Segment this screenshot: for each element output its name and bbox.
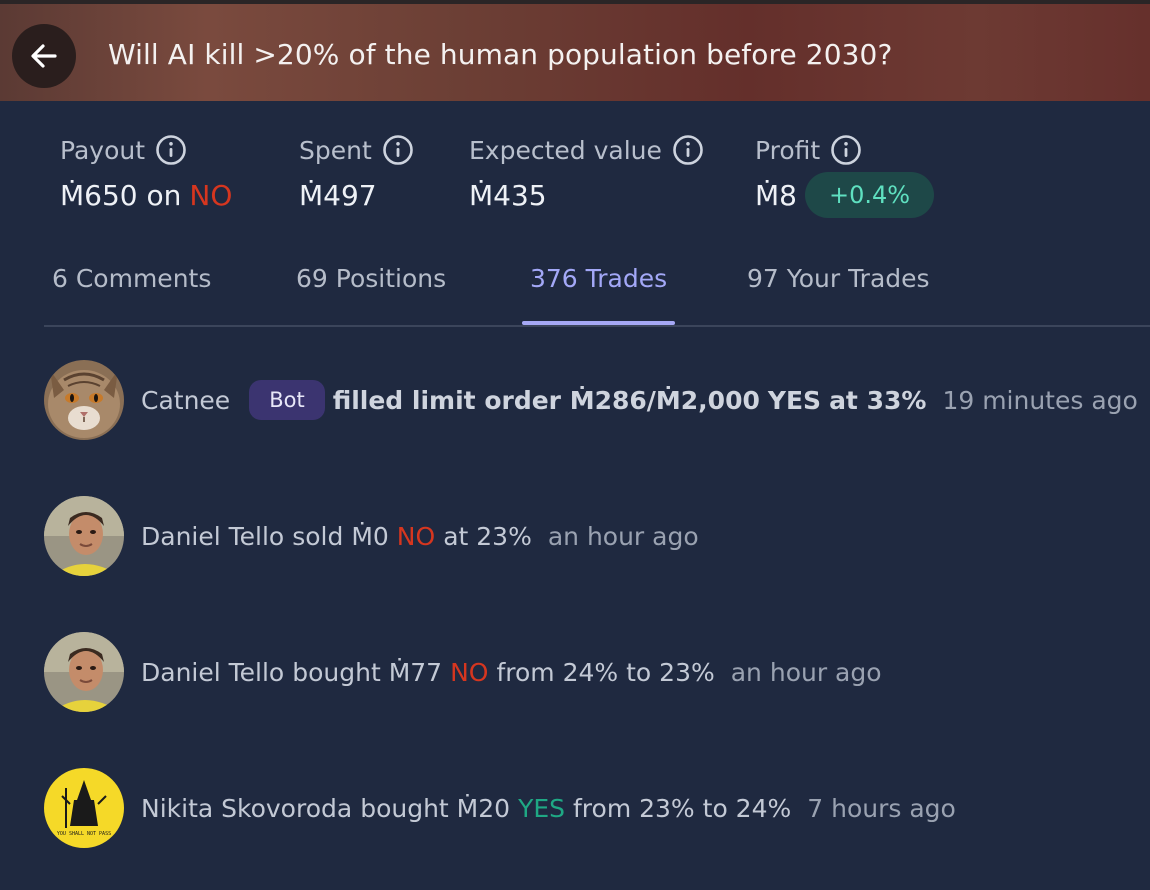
trade-action: filled limit order Ṁ286/Ṁ2,000 bbox=[332, 385, 760, 415]
tab-comments[interactable]: 6 Comments bbox=[52, 264, 211, 293]
arrow-left-icon bbox=[31, 44, 57, 68]
payout-outcome: NO bbox=[189, 178, 233, 212]
page-title: Will AI kill >20% of the human populatio… bbox=[108, 38, 893, 71]
spent-stat: Spent Ṁ497 bbox=[299, 132, 414, 214]
trade-row: YOU SHALL NOT PASS Nikita Skovoroda boug… bbox=[44, 768, 1150, 848]
back-button[interactable] bbox=[12, 24, 76, 88]
trade-username[interactable]: Catnee bbox=[141, 386, 230, 415]
trade-action: sold Ṁ0 bbox=[292, 521, 389, 551]
cat-avatar-image bbox=[44, 360, 124, 440]
tab-bar: 6 Comments 69 Positions 376 Trades 97 Yo… bbox=[44, 252, 1150, 327]
trade-action: bought Ṁ20 bbox=[360, 793, 511, 823]
avatar[interactable] bbox=[44, 360, 124, 440]
trade-row: Daniel Tello bought Ṁ77 NO from 24% to 23%… bbox=[44, 632, 1150, 712]
profit-value: Ṁ8 bbox=[755, 178, 797, 212]
spent-label: Spent bbox=[299, 135, 372, 165]
person-avatar-image bbox=[44, 496, 124, 576]
avatar-caption: YOU SHALL NOT PASS bbox=[57, 831, 111, 837]
trade-username[interactable]: Daniel Tello bbox=[141, 658, 284, 687]
payout-stat: Payout Ṁ650 on NO bbox=[60, 132, 232, 214]
trade-detail: at 23% bbox=[443, 521, 532, 551]
trade-outcome: NO bbox=[396, 521, 436, 551]
header-bar: Will AI kill >20% of the human populatio… bbox=[0, 0, 1150, 101]
person-avatar-image bbox=[44, 632, 124, 712]
trade-time: 19 minutes ago bbox=[942, 385, 1138, 415]
info-icon[interactable] bbox=[382, 134, 414, 166]
trade-row: Daniel Tello sold Ṁ0 NO at 23% an hour ago bbox=[44, 496, 1150, 576]
trade-username[interactable]: Nikita Skovoroda bbox=[141, 794, 352, 823]
payout-value: Ṁ650 on bbox=[60, 178, 182, 212]
trade-action: bought Ṁ77 bbox=[292, 657, 443, 687]
info-icon[interactable] bbox=[672, 134, 704, 166]
spent-value: Ṁ497 bbox=[299, 178, 377, 212]
trade-detail: from 24% to 23% bbox=[496, 657, 715, 687]
info-icon[interactable] bbox=[155, 134, 187, 166]
trade-detail: from 23% to 24% bbox=[573, 793, 792, 823]
bot-badge: Bot bbox=[249, 380, 325, 420]
trade-outcome: NO bbox=[450, 657, 489, 687]
trade-time: an hour ago bbox=[547, 521, 699, 551]
trade-username[interactable]: Daniel Tello bbox=[141, 522, 284, 551]
trade-outcome: YES bbox=[767, 385, 822, 415]
trade-time: an hour ago bbox=[730, 657, 882, 687]
tab-trades[interactable]: 376 Trades bbox=[530, 264, 667, 293]
payout-label: Payout bbox=[60, 135, 146, 165]
active-tab-indicator bbox=[522, 321, 675, 325]
trade-detail: at 33% bbox=[829, 385, 927, 415]
profit-label: Profit bbox=[755, 135, 821, 165]
gandalf-avatar-image: YOU SHALL NOT PASS bbox=[44, 768, 124, 848]
profit-stat: Profit Ṁ8 +0.4% bbox=[755, 132, 935, 218]
expected-value-label: Expected value bbox=[469, 135, 662, 165]
trade-row: Catnee Bot filled limit order Ṁ286/Ṁ2,00… bbox=[44, 360, 1150, 440]
trade-time: 7 hours ago bbox=[807, 793, 956, 823]
avatar[interactable] bbox=[44, 496, 124, 576]
trade-outcome: YES bbox=[518, 793, 565, 823]
avatar[interactable]: YOU SHALL NOT PASS bbox=[44, 768, 124, 848]
info-icon[interactable] bbox=[830, 134, 862, 166]
tab-your-trades[interactable]: 97 Your Trades bbox=[747, 264, 930, 293]
expected-value-stat: Expected value Ṁ435 bbox=[469, 132, 704, 214]
tab-positions[interactable]: 69 Positions bbox=[296, 264, 446, 293]
profit-change-badge: +0.4% bbox=[804, 172, 935, 218]
expected-value-value: Ṁ435 bbox=[469, 178, 547, 212]
avatar[interactable] bbox=[44, 632, 124, 712]
